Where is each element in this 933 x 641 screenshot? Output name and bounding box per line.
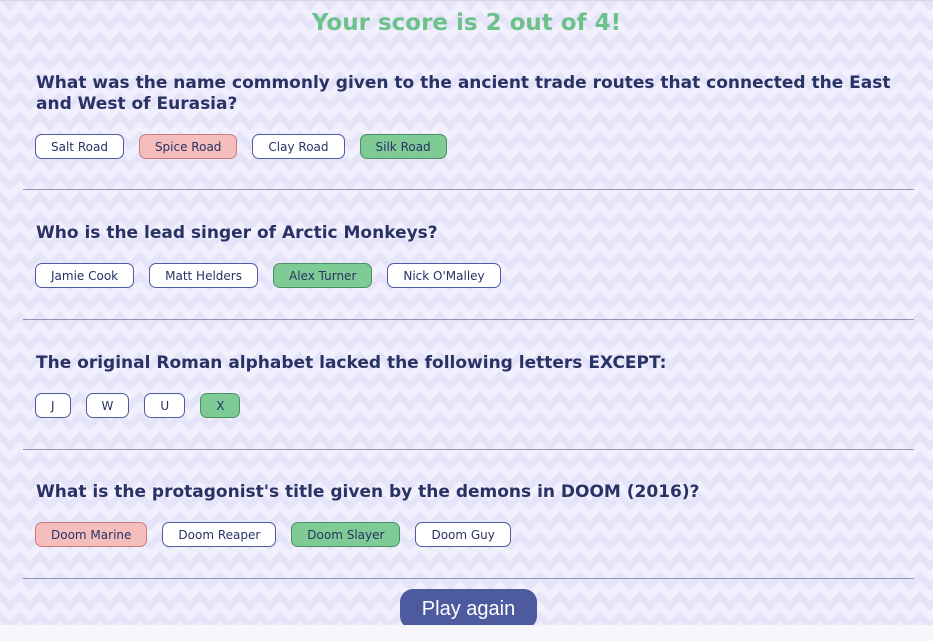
answer-options: Doom Marine Doom Reaper Doom Slayer Doom… (23, 522, 511, 547)
question-block-1: What was the name commonly given to the … (23, 73, 914, 190)
answer-option[interactable]: Clay Road (252, 134, 345, 159)
answer-options: J W U X (23, 393, 241, 418)
answer-option[interactable]: J (35, 393, 71, 418)
answer-option-wrong[interactable]: Doom Marine (35, 522, 148, 547)
bottom-strip (0, 625, 933, 641)
answer-option[interactable]: Nick O'Malley (387, 263, 501, 288)
answer-option[interactable]: Jamie Cook (35, 263, 135, 288)
answer-option[interactable]: W (85, 393, 130, 418)
question-block-2: Who is the lead singer of Arctic Monkeys… (23, 223, 914, 320)
question-text: What is the protagonist's title given by… (36, 482, 700, 502)
play-again-button[interactable]: Play again (400, 589, 537, 629)
question-text: Who is the lead singer of Arctic Monkeys… (36, 223, 438, 243)
question-block-4: What is the protagonist's title given by… (23, 482, 914, 579)
question-text: What was the name commonly given to the … (36, 73, 891, 114)
answer-option[interactable]: Doom Guy (415, 522, 511, 547)
answer-option[interactable]: Doom Reaper (162, 522, 277, 547)
answer-option-correct[interactable]: Doom Slayer (291, 522, 401, 547)
answer-option-wrong[interactable]: Spice Road (138, 134, 238, 159)
answer-option[interactable]: Salt Road (35, 134, 124, 159)
answer-options: Salt Road Spice Road Clay Road Silk Road (23, 134, 447, 159)
quiz-results-page: Your score is 2 out of 4! What was the n… (0, 0, 933, 629)
answer-option[interactable]: U (144, 393, 186, 418)
question-text: The original Roman alphabet lacked the f… (36, 353, 667, 373)
answer-option-correct[interactable]: X (200, 393, 241, 418)
answer-option-correct[interactable]: Alex Turner (272, 263, 373, 288)
answer-options: Jamie Cook Matt Helders Alex Turner Nick… (23, 263, 501, 288)
answer-option[interactable]: Matt Helders (149, 263, 258, 288)
answer-option-correct[interactable]: Silk Road (359, 134, 447, 159)
score-heading: Your score is 2 out of 4! (311, 10, 622, 36)
question-block-3: The original Roman alphabet lacked the f… (23, 353, 914, 450)
